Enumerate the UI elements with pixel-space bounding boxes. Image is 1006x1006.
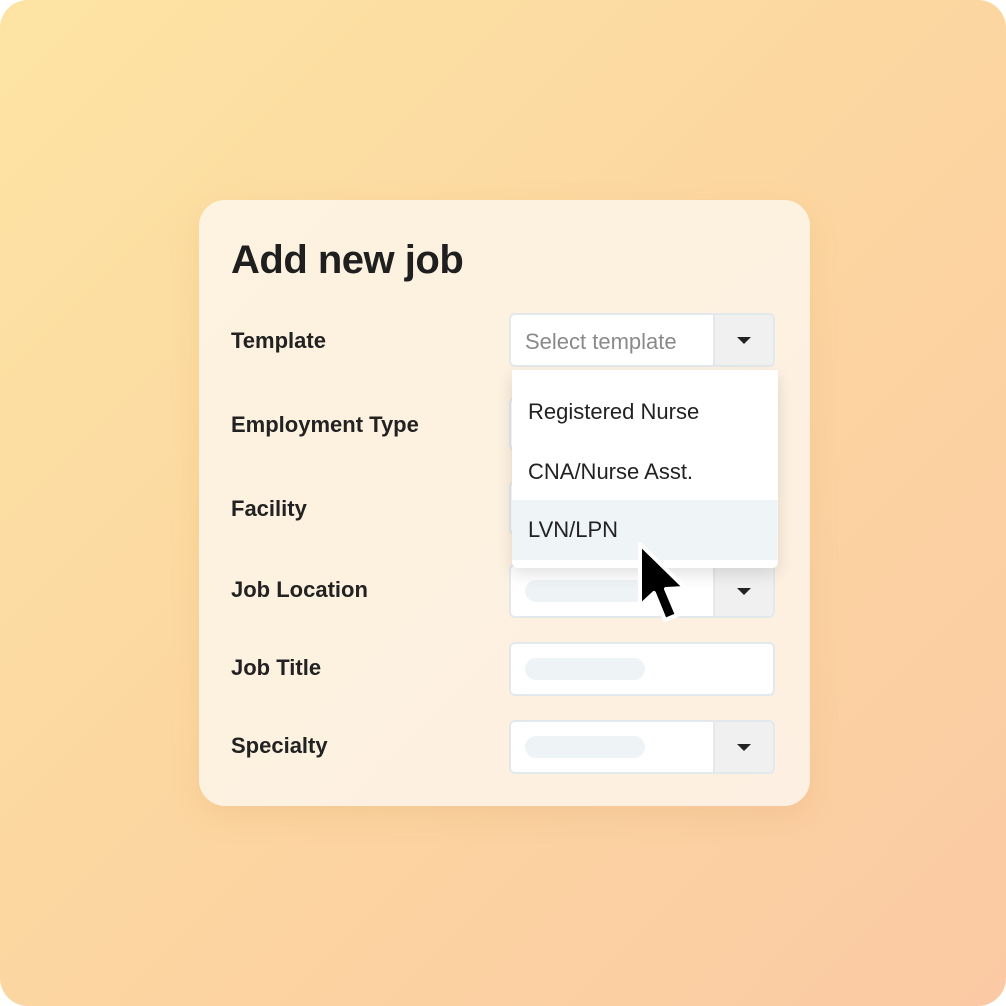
job-title-input[interactable] (509, 642, 775, 696)
template-dropdown-button[interactable] (713, 315, 773, 365)
caret-down-icon (737, 337, 751, 344)
skeleton-placeholder (525, 658, 645, 680)
specialty-label: Specialty (231, 733, 328, 758)
caret-down-icon (737, 588, 751, 595)
mouse-pointer-icon (638, 542, 687, 622)
specialty-select[interactable] (509, 720, 775, 774)
page-title: Add new job (231, 238, 464, 282)
caret-down-icon (737, 744, 751, 751)
skeleton-placeholder (525, 736, 645, 758)
facility-label: Facility (231, 496, 307, 521)
specialty-dropdown-button[interactable] (713, 722, 773, 772)
dropdown-option[interactable]: Registered Nurse (512, 382, 778, 442)
job-title-label: Job Title (231, 655, 322, 680)
employment-type-label: Employment Type (231, 412, 419, 437)
dropdown-option[interactable]: CNA/Nurse Asst. (512, 442, 778, 502)
skeleton-placeholder (525, 580, 645, 602)
job-location-label: Job Location (231, 577, 368, 602)
template-dropdown-menu: Registered Nurse CNA/Nurse Asst. LVN/LPN (512, 370, 778, 568)
template-label: Template (231, 328, 326, 353)
template-select[interactable]: Select template (509, 313, 775, 367)
template-placeholder: Select template (525, 329, 677, 354)
background: Add new job Template Select template Emp… (0, 0, 1006, 1006)
job-location-dropdown-button[interactable] (713, 566, 773, 616)
